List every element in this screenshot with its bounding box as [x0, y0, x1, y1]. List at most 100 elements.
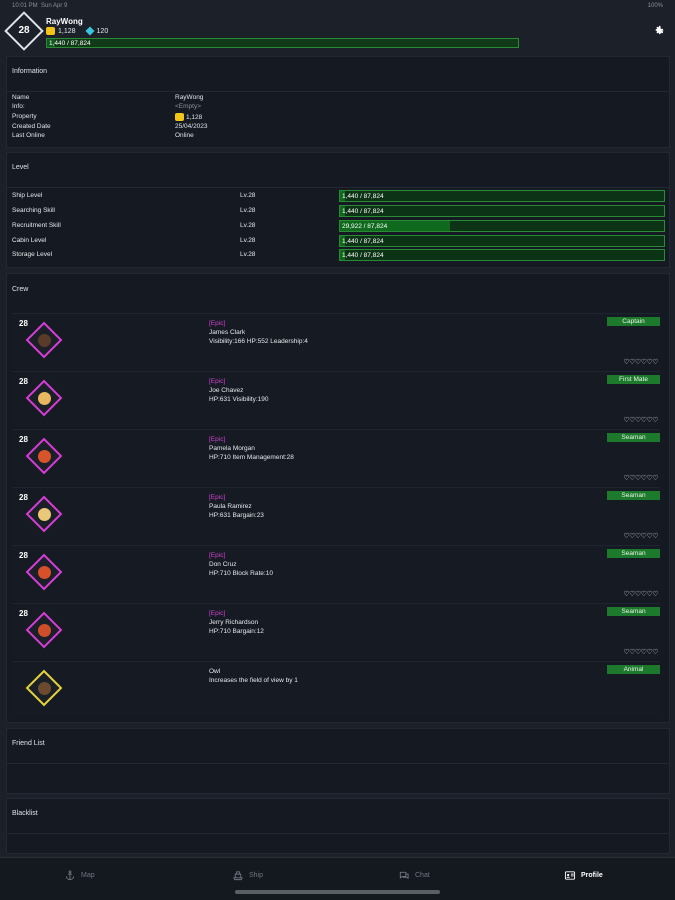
nav-chat[interactable]: Chat [398, 870, 430, 881]
information-title: Information [12, 68, 48, 75]
nav-profile[interactable]: Profile [564, 870, 603, 881]
heart-rating-icon: ♡♡♡♡♡♡ [623, 359, 658, 366]
crew-role-badge: Seaman [607, 491, 660, 500]
owl-avatar [38, 682, 51, 695]
crew-member-row[interactable]: 28 [Epic] Paula Ramirez HP:631 Bargain:23 Se… [12, 487, 660, 543]
level-progress-text: 1,440 / 87,824 [342, 252, 384, 259]
level-value: Lv.28 [240, 207, 256, 214]
level-progress-bar: 1,440 / 87,824 [339, 249, 665, 261]
level-value: Lv.28 [240, 222, 256, 229]
heart-rating-icon: ♡♡♡♡♡♡ [623, 649, 658, 656]
level-label: Ship Level [12, 192, 43, 199]
info-label: Info: [12, 103, 25, 110]
info-value: RayWong [175, 94, 204, 101]
crew-level: 28 [19, 609, 28, 618]
level-progress-text: 29,922 / 87,824 [342, 223, 388, 230]
crew-role-badge: Seaman [607, 607, 660, 616]
crew-level: 28 [19, 435, 28, 444]
coin-icon [175, 113, 184, 121]
info-value: 1,128 [175, 113, 202, 121]
crew-rarity: [Epic] [209, 320, 226, 327]
crew-role-badge: First Mate [607, 375, 660, 384]
heart-rating-icon: ♡♡♡♡♡♡ [623, 417, 658, 424]
crew-stats: HP:710 Block Rate:10 [209, 570, 273, 577]
info-label: Property [12, 113, 37, 120]
gear-icon[interactable] [654, 25, 665, 36]
level-label: Storage Level [12, 251, 53, 258]
crew-member-row[interactable]: 28 [Epic] Pamela Morgan HP:710 Item Managem… [12, 429, 660, 485]
crew-member-row[interactable]: Owl Increases the field of view by 1 Anima… [12, 661, 660, 717]
blacklist-panel: Blacklist [6, 798, 670, 854]
player-level: 28 [18, 25, 30, 36]
crew-title: Crew [12, 286, 29, 293]
xp-bar: 1,440 / 87,824 [46, 38, 519, 48]
level-value: Lv.28 [240, 192, 256, 199]
level-label: Cabin Level [12, 237, 47, 244]
level-label: Searching Skill [12, 207, 55, 214]
anchor-icon [65, 870, 75, 881]
xp-bar-text: 1,440 / 87,824 [49, 40, 91, 47]
bottom-nav: Map Ship Chat Profile [0, 857, 675, 900]
level-progress-bar: 1,440 / 87,824 [339, 205, 665, 217]
crew-avatar [38, 392, 51, 405]
profile-icon [564, 871, 576, 880]
crew-member-row[interactable]: 28 [Epic] Don Cruz HP:710 Block Rate:10 Seam… [12, 545, 660, 601]
crew-avatar [38, 334, 51, 347]
gem-icon [85, 26, 95, 36]
home-indicator[interactable] [235, 890, 440, 894]
crew-name: Pamela Morgan [209, 445, 255, 452]
level-panel: Level Ship Level Lv.28 1,440 / 87,824 Searc… [6, 152, 670, 268]
crew-stats: Visibility:166 HP:552 Leadership:4 [209, 338, 308, 345]
crew-role-badge: Captain [607, 317, 660, 326]
nav-map[interactable]: Map [64, 870, 95, 881]
crew-member-row[interactable]: 28 [Epic] Joe Chavez HP:631 Visibility:190 F… [12, 371, 660, 427]
info-label: Name [12, 94, 30, 101]
status-bar: 10:01 PM Sun Apr 9 100% [0, 0, 675, 13]
coin-amount: 1,128 [58, 27, 76, 35]
crew-avatar [38, 450, 51, 463]
nav-ship[interactable]: Ship [232, 870, 263, 881]
crew-stats: HP:631 Bargain:23 [209, 512, 264, 519]
crew-name: Don Cruz [209, 561, 237, 568]
crew-stats: HP:710 Item Management:28 [209, 454, 294, 461]
crew-level: 28 [19, 551, 28, 560]
crew-rarity: [Epic] [209, 436, 226, 443]
level-value: Lv.28 [240, 237, 256, 244]
friend-list-panel: Friend List [6, 728, 670, 794]
username: RayWong [46, 17, 83, 26]
crew-role-badge: Animal [607, 665, 660, 674]
crew-stats: HP:631 Visibility:190 [209, 396, 269, 403]
ship-icon [233, 871, 243, 881]
info-label: Created Date [12, 123, 51, 130]
heart-rating-icon: ♡♡♡♡♡♡ [623, 533, 658, 540]
info-value: <Empty> [175, 103, 202, 110]
crew-rarity: [Epic] [209, 494, 226, 501]
level-progress-bar: 1,440 / 87,824 [339, 190, 665, 202]
status-battery: 100% [647, 3, 663, 9]
friend-list-title: Friend List [12, 740, 45, 747]
currency-row: 1,128 120 [46, 26, 109, 36]
gem-amount: 120 [96, 27, 109, 35]
crew-role-badge: Seaman [607, 433, 660, 442]
level-value: Lv.28 [240, 251, 256, 258]
heart-rating-icon: ♡♡♡♡♡♡ [623, 475, 658, 482]
info-value: Online [175, 132, 194, 139]
status-time: 10:01 PM Sun Apr 9 [12, 3, 68, 9]
crew-rarity: [Epic] [209, 552, 226, 559]
crew-name: James Clark [209, 329, 246, 336]
crew-rarity: [Epic] [209, 378, 226, 385]
crew-avatar [38, 624, 51, 637]
info-label: Last Online [12, 132, 45, 139]
crew-member-row[interactable]: 28 [Epic] Jerry Richardson HP:710 Bargain:1… [12, 603, 660, 659]
crew-avatar [38, 508, 51, 521]
level-progress-text: 1,440 / 87,824 [342, 238, 384, 245]
level-progress-bar: 29,922 / 87,824 [339, 220, 665, 232]
crew-stats: HP:710 Bargain:12 [209, 628, 264, 635]
crew-name: Joe Chavez [209, 387, 244, 394]
crew-name: Owl [209, 668, 221, 675]
crew-level: 28 [19, 319, 28, 328]
information-panel: Information Name RayWong Info: <Empty> P… [6, 56, 670, 148]
crew-member-row[interactable]: 28 [Epic] James Clark Visibility:166 HP:552… [12, 313, 660, 369]
crew-level: 28 [19, 377, 28, 386]
coin-icon [46, 27, 55, 35]
